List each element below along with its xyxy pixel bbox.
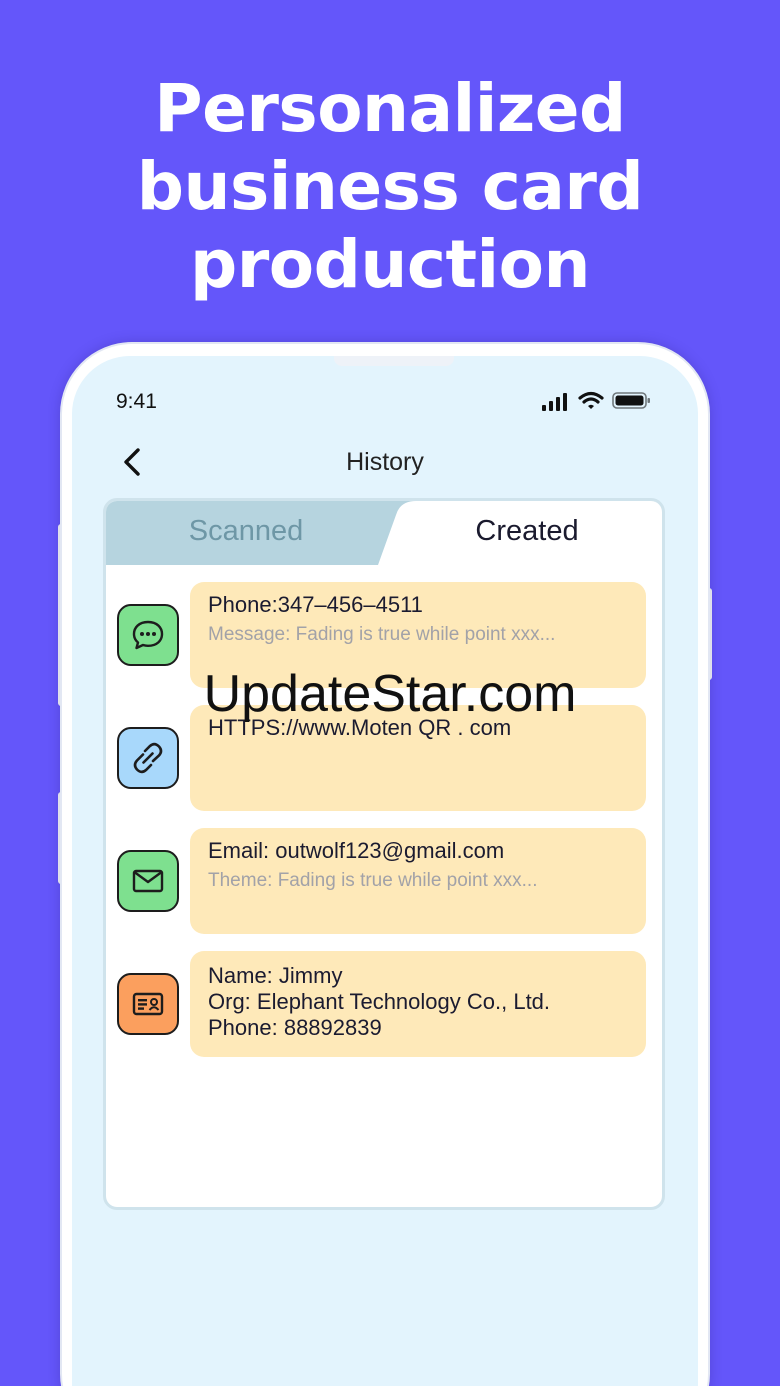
page-title: History xyxy=(346,448,424,476)
signal-icon xyxy=(542,393,567,411)
item-sub-text: Theme: Fading is true while point xxx... xyxy=(208,870,538,891)
status-icons xyxy=(542,390,652,414)
item-sub-text: Message: Fading is true while point xxx.… xyxy=(208,624,556,645)
contact-card-icon xyxy=(117,973,179,1035)
tab-created[interactable]: Created xyxy=(396,501,658,565)
history-item-card: Name: Jimmy Org: Elephant Technology Co.… xyxy=(190,951,646,1057)
battery-icon xyxy=(612,392,650,409)
message-bubble-icon xyxy=(117,604,179,666)
headline: Personalized business card production xyxy=(0,70,780,304)
headline-line-2: business card xyxy=(136,148,644,225)
tab-bar: Scanned Created xyxy=(106,501,662,565)
item-line-org: Org: Elephant Technology Co., Ltd. xyxy=(208,989,551,1014)
phone-screen: 9:41 History Scanned Created Phone:347–4… xyxy=(72,356,698,1386)
phone-frame: 9:41 History Scanned Created Phone:347–4… xyxy=(62,344,708,1386)
item-line-phone: Phone: 88892839 xyxy=(208,1015,382,1040)
headline-line-1: Personalized xyxy=(154,70,626,147)
status-time: 9:41 xyxy=(116,390,157,413)
history-item-contact[interactable]: Name: Jimmy Org: Elephant Technology Co.… xyxy=(106,951,662,1059)
item-main-text: Email: outwolf123@gmail.com xyxy=(208,838,505,863)
wifi-icon xyxy=(578,391,604,409)
history-panel: Scanned Created Phone:347–456–4511 Messa… xyxy=(103,498,665,1210)
history-item-card: Email: outwolf123@gmail.com Theme: Fadin… xyxy=(190,828,646,934)
tab-scanned[interactable]: Scanned xyxy=(106,501,386,565)
link-icon xyxy=(117,727,179,789)
watermark: UpdateStar.com xyxy=(203,665,577,723)
item-main-text: Phone:347–456–4511 xyxy=(208,592,423,617)
headline-line-3: production xyxy=(190,226,591,303)
history-item-email[interactable]: Email: outwolf123@gmail.com Theme: Fadin… xyxy=(106,828,662,936)
mail-icon xyxy=(117,850,179,912)
speaker-notch xyxy=(334,356,454,366)
item-line-name: Name: Jimmy xyxy=(208,963,343,988)
